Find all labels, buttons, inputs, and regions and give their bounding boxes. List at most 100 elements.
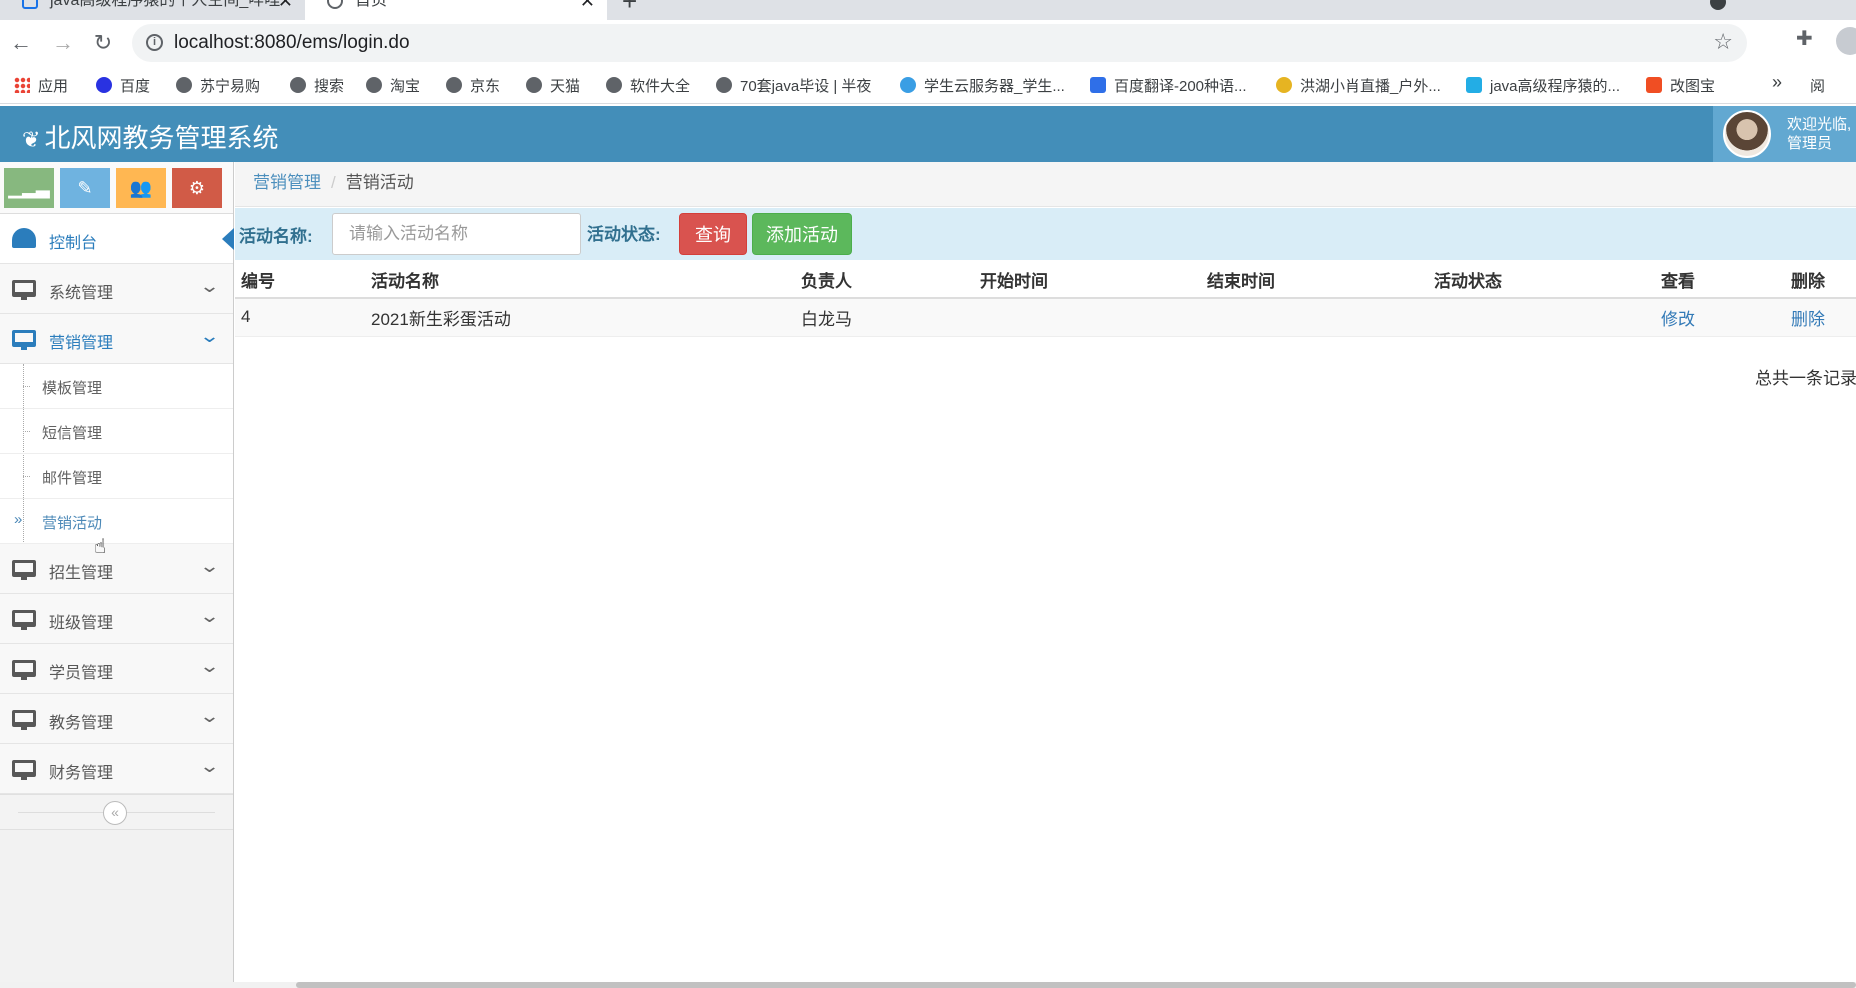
desktop-icon <box>12 560 36 580</box>
bookmark-software[interactable]: 软件大全 <box>606 75 690 96</box>
sidebar-item-dashboard[interactable]: 控制台 <box>0 214 234 264</box>
bookmark-java-projects[interactable]: 70套java毕设 | 半夜 <box>716 75 871 96</box>
globe-icon <box>176 77 192 93</box>
sidebar-item-students[interactable]: 学员管理 ⌄ <box>0 644 233 694</box>
browser-tab-bilibili[interactable]: java高级程序猿的个人空间_哔哩 ✕ <box>0 0 305 20</box>
tab-close-icon[interactable]: ✕ <box>278 0 293 16</box>
signal-chart-shortcut-button[interactable]: ▁▂▃ <box>4 168 54 208</box>
desktop-icon <box>12 280 36 300</box>
bookmark-live[interactable]: 洪湖小肖直播_户外... <box>1276 75 1441 96</box>
query-button[interactable]: 查询 <box>679 213 747 255</box>
chevron-down-icon: ⌄ <box>198 556 221 576</box>
delete-link[interactable]: 删除 <box>1785 298 1856 337</box>
app-brand[interactable]: ❦ 北风网教务管理系统 <box>22 118 278 155</box>
bookmark-taobao[interactable]: 淘宝 <box>366 75 420 96</box>
chevron-down-icon: ⌄ <box>198 276 221 296</box>
submenu-item-email[interactable]: 邮件管理 <box>0 454 233 499</box>
live-icon <box>1276 77 1292 93</box>
sidebar-item-label: 教务管理 <box>49 715 114 732</box>
welcome-text: 欢迎光临, 管理员 <box>1787 115 1851 153</box>
sidebar-item-enrollment[interactable]: 招生管理 ⌄ <box>0 544 233 594</box>
tab-close-icon[interactable]: ✕ <box>580 0 595 16</box>
new-tab-icon[interactable]: + <box>622 0 637 17</box>
bookmark-jd[interactable]: 京东 <box>446 75 500 96</box>
users-shortcut-button[interactable]: 👥 <box>116 168 166 208</box>
bookmarks-more-chevron-icon[interactable]: » <box>1772 72 1782 93</box>
globe-icon <box>606 77 622 93</box>
cell-id: 4 <box>235 298 365 337</box>
bookmark-baidu[interactable]: 百度 <box>96 75 150 96</box>
sidebar-item-finance[interactable]: 财务管理 ⌄ <box>0 744 233 794</box>
column-header-delete: 删除 <box>1785 262 1856 299</box>
site-info-icon[interactable]: i <box>146 34 163 51</box>
bookmarks-bar: 应用 百度 苏宁易购 搜索 淘宝 京东 天猫 软件大全 70套java毕设 | … <box>0 66 1856 104</box>
bilibili-icon <box>1466 77 1482 93</box>
column-header-owner: 负责人 <box>795 262 974 299</box>
address-bar[interactable]: i localhost:8080/ems/login.do ☆ <box>132 24 1747 62</box>
activity-status-label: 活动状态: <box>587 225 661 244</box>
sidebar-item-label: 营销管理 <box>49 335 114 352</box>
breadcrumb-link-marketing[interactable]: 营销管理 <box>253 173 321 192</box>
column-header-id: 编号 <box>235 262 365 299</box>
chevron-down-icon: ⌄ <box>198 756 221 776</box>
add-activity-button[interactable]: 添加活动 <box>752 213 852 255</box>
table-header-row: 编号 活动名称 负责人 开始时间 结束时间 活动状态 查看 删除 <box>235 262 1856 299</box>
extensions-puzzle-icon[interactable]: ✚ <box>1796 26 1813 51</box>
submenu-item-templates[interactable]: 模板管理 <box>0 364 233 409</box>
column-header-status: 活动状态 <box>1428 262 1655 299</box>
sidebar-item-marketing[interactable]: 营销管理 ⌄ <box>0 314 233 364</box>
pencil-shortcut-button[interactable]: ✎ <box>60 168 110 208</box>
bookmark-bilibili[interactable]: java高级程序猿的... <box>1466 75 1620 96</box>
breadcrumb-separator: / <box>331 173 336 192</box>
browser-tab-home[interactable]: 首页 ✕ <box>305 0 607 20</box>
sidebar-item-label: 招生管理 <box>49 565 114 582</box>
cogs-shortcut-button[interactable]: ⚙ <box>172 168 222 208</box>
cloud-icon <box>900 77 916 93</box>
forward-arrow-icon[interactable]: → <box>48 28 78 58</box>
submenu-item-label: 营销活动 <box>42 515 103 532</box>
submenu-item-sms[interactable]: 短信管理 <box>0 409 233 454</box>
table-row: 4 2021新生彩蛋活动 白龙马 修改 删除 <box>235 298 1856 337</box>
globe-icon <box>446 77 462 93</box>
cell-start <box>974 298 1201 337</box>
cell-name: 2021新生彩蛋活动 <box>365 298 795 337</box>
sidebar-item-classes[interactable]: 班级管理 ⌄ <box>0 594 233 644</box>
breadcrumb: 营销管理 / 营销活动 <box>235 162 1856 207</box>
tab-search-icon[interactable] <box>1710 0 1726 10</box>
hand-cursor-icon: ☝ <box>94 536 107 558</box>
search-form: 活动名称: 活动状态: 查询 添加活动 <box>235 208 1856 260</box>
bookmark-search[interactable]: 搜索 <box>290 75 344 96</box>
sidebar-item-system[interactable]: 系统管理 ⌄ <box>0 264 233 314</box>
double-angle-left-icon[interactable]: « <box>103 801 127 825</box>
desktop-icon <box>12 330 36 350</box>
user-role: 管理员 <box>1787 135 1833 152</box>
bookmark-student-cloud[interactable]: 学生云服务器_学生... <box>900 75 1065 96</box>
bookmark-gaitubao[interactable]: 改图宝 <box>1646 75 1715 96</box>
address-url[interactable]: localhost:8080/ems/login.do <box>174 32 410 54</box>
horizontal-scrollbar-thumb[interactable] <box>296 982 1856 988</box>
bookmark-tmall[interactable]: 天猫 <box>526 75 580 96</box>
bookmark-suning[interactable]: 苏宁易购 <box>176 75 260 96</box>
double-angle-right-icon: » <box>14 511 23 528</box>
submenu-item-label: 短信管理 <box>42 425 103 442</box>
bookmark-apps[interactable]: 应用 <box>14 75 68 96</box>
globe-icon <box>716 77 732 93</box>
user-menu[interactable]: 欢迎光临, 管理员 <box>1713 106 1856 162</box>
sidebar-item-academic[interactable]: 教务管理 ⌄ <box>0 694 233 744</box>
profile-avatar-icon[interactable] <box>1836 27 1856 55</box>
welcome-line: 欢迎光临, <box>1787 116 1852 133</box>
edit-link[interactable]: 修改 <box>1655 298 1785 337</box>
sidebar: ▁▂▃ ✎ 👥 ⚙ 控制台 系统管理 ⌄ 营销管理 ⌄ 模板管理 短信管理 邮件… <box>0 162 234 988</box>
avatar <box>1723 110 1771 158</box>
column-header-end: 结束时间 <box>1201 262 1428 299</box>
app-header: ❦ 北风网教务管理系统 欢迎光临, 管理员 <box>0 106 1856 162</box>
back-arrow-icon[interactable]: ← <box>6 28 36 58</box>
reload-icon[interactable]: ↻ <box>88 28 118 58</box>
bookmark-star-icon[interactable]: ☆ <box>1713 29 1733 55</box>
reading-list[interactable]: 阅 <box>1810 75 1825 96</box>
activity-name-input[interactable] <box>332 213 581 255</box>
cogs-icon: ⚙ <box>188 178 206 198</box>
submenu-item-campaigns[interactable]: » 营销活动 <box>0 499 233 544</box>
chevron-down-icon: ⌄ <box>198 706 221 726</box>
bookmark-baidu-translate[interactable]: 百度翻译-200种语... <box>1090 75 1247 96</box>
